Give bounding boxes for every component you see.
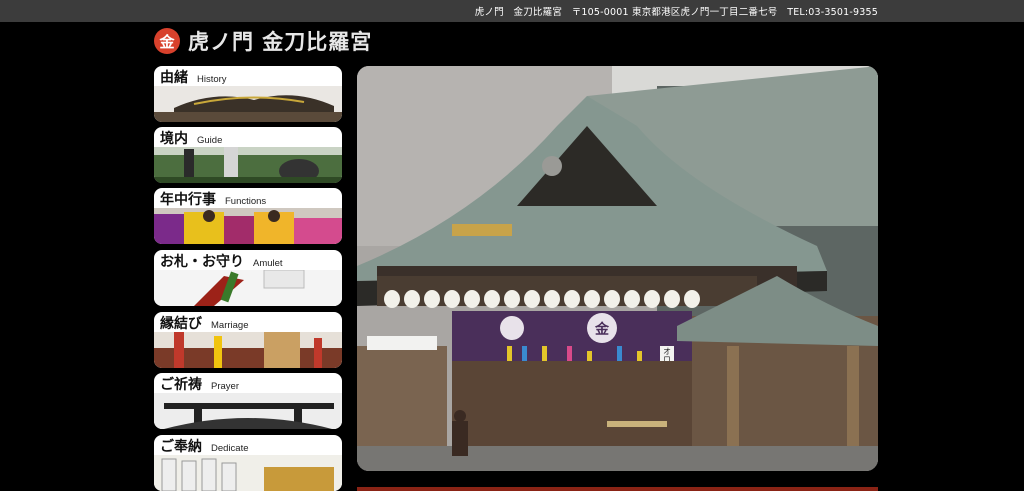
menu-item-label-jp: 由緒 — [160, 70, 188, 86]
guide-thumbnail-image — [154, 147, 342, 183]
menu-item-history[interactable]: 由緒 History — [154, 66, 342, 122]
site-title: 虎ノ門 金刀比羅宮 — [188, 29, 373, 54]
functions-thumbnail-image — [154, 208, 342, 244]
menu-item-functions[interactable]: 年中行事 Functions — [154, 188, 342, 244]
top-info-bar: 虎ノ門 金刀比羅宮 〒105-0001 東京都港区虎ノ門一丁目二番七号 TEL:… — [0, 0, 1024, 22]
menu-item-marriage[interactable]: 縁結び Marriage — [154, 312, 342, 368]
history-thumbnail-image — [154, 86, 342, 122]
dedicate-thumbnail-image — [154, 455, 342, 491]
menu-item-guide[interactable]: 境内 Guide — [154, 127, 342, 183]
menu-item-label-jp: 縁結び — [160, 316, 202, 332]
site-logo[interactable]: 金 虎ノ門 金刀比羅宮 — [154, 27, 372, 55]
hero-crest-text: 金 — [594, 321, 610, 338]
amulet-thumbnail-image — [154, 270, 342, 306]
hero-shrine-image: 金 オロー — [357, 66, 878, 471]
marriage-thumbnail-image — [154, 332, 342, 368]
logo-crest-icon: 金 — [154, 28, 180, 54]
menu-item-label-jp: お札・お守り — [160, 254, 244, 270]
menu-item-label-jp: 境内 — [160, 131, 188, 147]
bottom-content-strip — [357, 487, 878, 491]
menu-item-label-jp: 年中行事 — [160, 192, 216, 208]
menu-item-label-en: Marriage — [211, 320, 249, 331]
menu-item-label-en: Amulet — [253, 258, 283, 269]
menu-item-label-en: Prayer — [211, 381, 239, 392]
menu-item-prayer[interactable]: ご祈祷 Prayer — [154, 373, 342, 429]
menu-item-label-en: History — [197, 74, 227, 85]
menu-item-dedicate[interactable]: ご奉納 Dedicate — [154, 435, 342, 491]
menu-item-label-en: Guide — [197, 135, 223, 146]
menu-item-label-jp: ご祈祷 — [160, 377, 202, 393]
menu-item-label-jp: ご奉納 — [160, 439, 202, 455]
menu-item-label-en: Dedicate — [211, 443, 249, 454]
prayer-thumbnail-image — [154, 393, 342, 429]
menu-item-amulet[interactable]: お札・お守り Amulet — [154, 250, 342, 306]
header-info-text: 虎ノ門 金刀比羅宮 〒105-0001 東京都港区虎ノ門一丁目二番七号 TEL:… — [474, 7, 878, 18]
menu-item-label-en: Functions — [225, 196, 267, 207]
shrine-photo-icon: 金 オロー — [357, 66, 878, 471]
